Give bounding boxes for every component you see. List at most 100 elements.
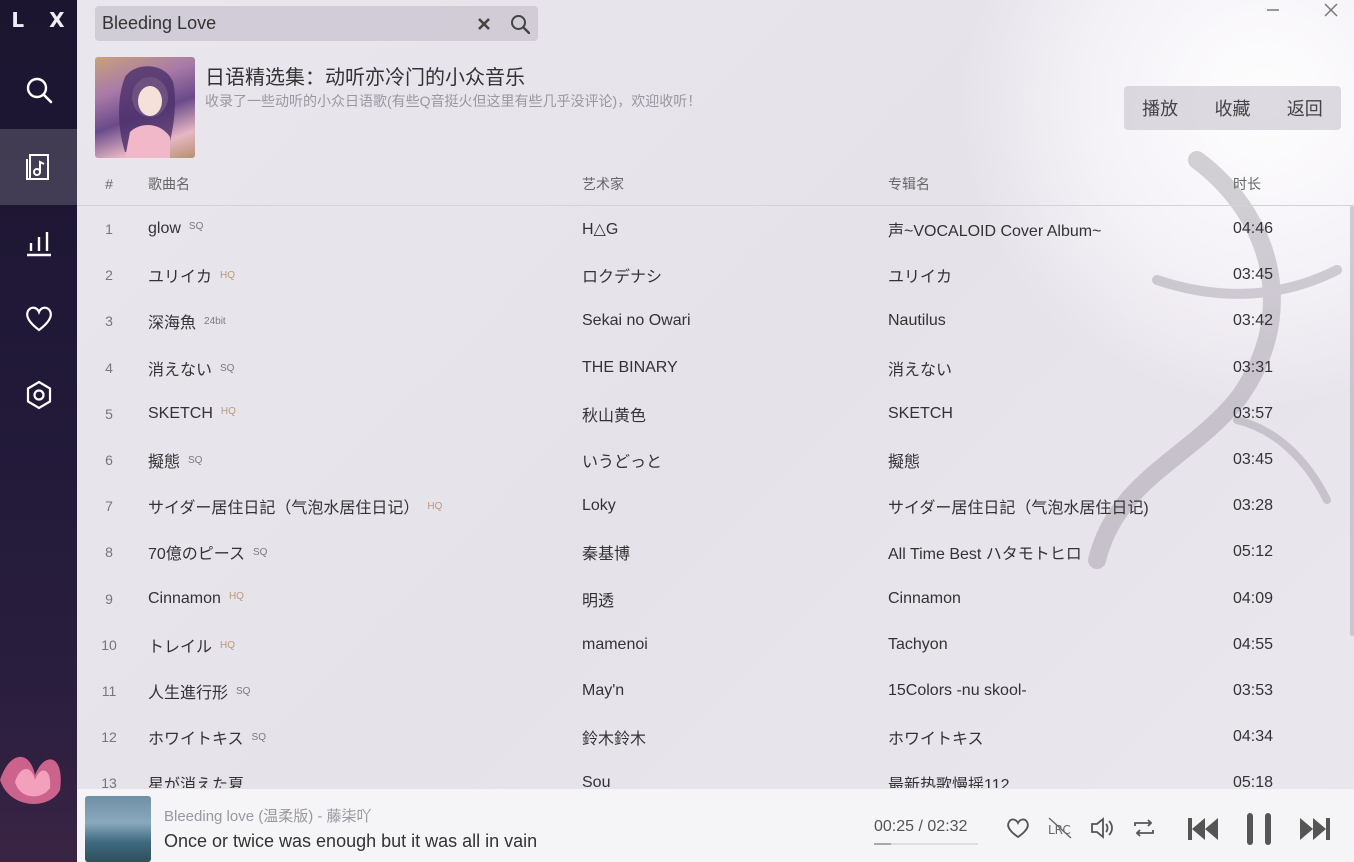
song-name: 深海魚 24bit bbox=[148, 309, 226, 333]
song-number: 5 bbox=[105, 405, 113, 422]
back-button[interactable]: 返回 bbox=[1279, 95, 1331, 121]
quality-badge: SQ bbox=[188, 455, 203, 467]
song-album: Cinnamon bbox=[888, 589, 961, 607]
favorite-button[interactable] bbox=[1003, 813, 1033, 843]
song-title: ユリイカ bbox=[148, 269, 213, 287]
skip-next-icon bbox=[1300, 818, 1330, 840]
table-row[interactable]: 9 Cinnamon HQ 明透 Cinnamon 04:09 bbox=[77, 576, 1354, 622]
header-album: 专辑名 bbox=[888, 176, 930, 192]
clear-search-button[interactable] bbox=[466, 6, 502, 41]
volume-icon bbox=[1091, 817, 1113, 839]
song-album: Tachyon bbox=[888, 635, 948, 653]
repeat-mode-button[interactable] bbox=[1129, 813, 1159, 843]
quality-badge: SQ bbox=[220, 362, 235, 374]
lotus-decoration bbox=[0, 756, 61, 804]
quality-badge: HQ bbox=[220, 639, 236, 651]
search-input[interactable]: Bleeding Love bbox=[102, 13, 466, 34]
playlist-title: 日语精选集：动听亦冷门的小众音乐 bbox=[205, 67, 525, 89]
quality-badge: HQ bbox=[220, 405, 236, 417]
close-icon bbox=[1324, 3, 1338, 17]
table-row[interactable]: 12 ホワイトキス SQ 鈴木鈴木 ホワイトキス 04:34 bbox=[77, 714, 1354, 760]
progress-bar[interactable] bbox=[874, 843, 978, 845]
song-number: 4 bbox=[105, 359, 113, 376]
table-row[interactable]: 4 消えない SQ THE BINARY 消えない 03:31 bbox=[77, 345, 1354, 391]
quality-badge: 24bit bbox=[204, 316, 226, 328]
song-duration: 03:28 bbox=[1233, 497, 1274, 515]
main-panel: Bleeding Love 日语精选集：动听亦冷门的小众音乐 收录了一些动听的小… bbox=[77, 0, 1354, 862]
pause-button[interactable] bbox=[1239, 809, 1279, 849]
progress-fill bbox=[874, 843, 892, 845]
table-row[interactable]: 13 星が消えた夏 Sou 最新热歌慢摇112 05:18 bbox=[77, 760, 1354, 788]
song-number: 7 bbox=[105, 498, 113, 515]
table-row[interactable]: 11 人生進行形 SQ May'n 15Colors -nu skool- 03:53 bbox=[77, 668, 1354, 714]
minimize-button[interactable] bbox=[1258, 0, 1288, 20]
volume-button[interactable] bbox=[1087, 813, 1117, 843]
now-playing-lyric: Once or twice was enough but it was all … bbox=[164, 831, 538, 851]
song-number: 1 bbox=[105, 221, 113, 238]
next-button[interactable] bbox=[1295, 809, 1335, 849]
song-duration: 03:42 bbox=[1233, 312, 1274, 330]
table-row[interactable]: 6 擬態 SQ いうどっと 擬態 03:45 bbox=[77, 437, 1354, 483]
song-number: 3 bbox=[105, 313, 113, 330]
song-artist: 秋山黄色 bbox=[582, 407, 647, 425]
song-artist: mamenoi bbox=[582, 635, 648, 653]
table-row[interactable]: 10 トレイル HQ mamenoi Tachyon 04:55 bbox=[77, 622, 1354, 668]
playlist-description: 收录了一些动听的小众日语歌(有些Q音挺火但这里有些几乎没评论)，欢迎收听！ bbox=[205, 93, 702, 109]
song-number: 6 bbox=[105, 452, 113, 469]
table-row[interactable]: 8 70億のピース SQ 秦基博 All Time Best ハタモトヒロ 05:12 bbox=[77, 529, 1354, 575]
quality-badge: HQ bbox=[228, 590, 244, 602]
chart-icon bbox=[26, 232, 51, 257]
song-name: サイダー居住日記（气泡水居住日记） HQ bbox=[148, 494, 442, 518]
song-title: 擬態 bbox=[148, 454, 181, 472]
song-artist: 鈴木鈴木 bbox=[582, 731, 647, 749]
song-duration: 03:53 bbox=[1233, 681, 1274, 699]
song-list: 1 glow SQ H△G 声~VOCALOID Cover Album~ 04:46 2 ユ… bbox=[77, 206, 1354, 788]
table-row[interactable]: 1 glow SQ H△G 声~VOCALOID Cover Album~ 04:46 bbox=[77, 206, 1354, 252]
song-artist: THE BINARY bbox=[582, 358, 678, 376]
table-row[interactable]: 2 ユリイカ HQ ロクデナシ ユリイカ 03:45 bbox=[77, 252, 1354, 298]
search-bar[interactable]: Bleeding Love bbox=[95, 6, 538, 41]
song-album: 声~VOCALOID Cover Album~ bbox=[888, 223, 1102, 241]
table-row[interactable]: 7 サイダー居住日記（气泡水居住日记） HQ Loky サイダー居住日記（气泡水居住日记… bbox=[77, 483, 1354, 529]
song-duration: 04:46 bbox=[1233, 220, 1274, 238]
song-name: ユリイカ HQ bbox=[148, 263, 235, 287]
quality-badge: SQ bbox=[236, 685, 251, 697]
header-artist: 艺术家 bbox=[582, 176, 624, 192]
search-icon bbox=[26, 77, 52, 104]
sidebar-item-song-list[interactable] bbox=[0, 129, 77, 205]
sidebar-item-my-list[interactable] bbox=[0, 281, 77, 357]
song-number: 9 bbox=[105, 590, 113, 607]
now-playing-title[interactable]: Bleeding love (温柔版) - 藤柒吖 bbox=[164, 805, 372, 826]
music-list-icon bbox=[25, 154, 49, 180]
song-title: 人生進行形 bbox=[148, 684, 229, 702]
previous-button[interactable] bbox=[1183, 809, 1223, 849]
header-num: # bbox=[105, 176, 113, 192]
song-title: トレイル bbox=[148, 638, 213, 656]
pause-icon bbox=[1247, 813, 1271, 845]
lyrics-toggle-button[interactable]: LRC bbox=[1045, 813, 1075, 843]
song-title: 消えない bbox=[148, 361, 213, 379]
total-time: 02:32 bbox=[927, 818, 968, 835]
song-title: ホワイトキス bbox=[148, 731, 244, 749]
quality-badge: SQ bbox=[188, 221, 204, 233]
sidebar-item-settings[interactable] bbox=[0, 357, 77, 433]
scrollbar[interactable] bbox=[1350, 206, 1354, 636]
table-row[interactable]: 5 SKETCH HQ 秋山黄色 SKETCH 03:57 bbox=[77, 391, 1354, 437]
close-window-button[interactable] bbox=[1316, 0, 1346, 20]
song-name: 擬態 SQ bbox=[148, 448, 202, 472]
table-row[interactable]: 3 深海魚 24bit Sekai no Owari Nautilus 03:42 bbox=[77, 298, 1354, 344]
play-all-button[interactable]: 播放 bbox=[1134, 95, 1186, 121]
sidebar-item-leaderboard[interactable] bbox=[0, 205, 77, 281]
song-artist: H△G bbox=[582, 221, 619, 239]
search-submit-button[interactable] bbox=[502, 6, 538, 41]
collect-button[interactable]: 收藏 bbox=[1206, 95, 1258, 121]
song-title: 70億のピース bbox=[148, 546, 245, 564]
now-playing-cover[interactable] bbox=[85, 796, 151, 862]
sidebar-item-search[interactable] bbox=[0, 52, 77, 128]
song-name: トレイル HQ bbox=[148, 633, 235, 657]
song-name: glow SQ bbox=[148, 220, 203, 238]
song-name: ホワイトキス SQ bbox=[148, 725, 266, 749]
song-duration: 04:09 bbox=[1233, 589, 1274, 607]
sidebar: L X bbox=[0, 0, 77, 862]
song-number: 13 bbox=[101, 775, 117, 788]
